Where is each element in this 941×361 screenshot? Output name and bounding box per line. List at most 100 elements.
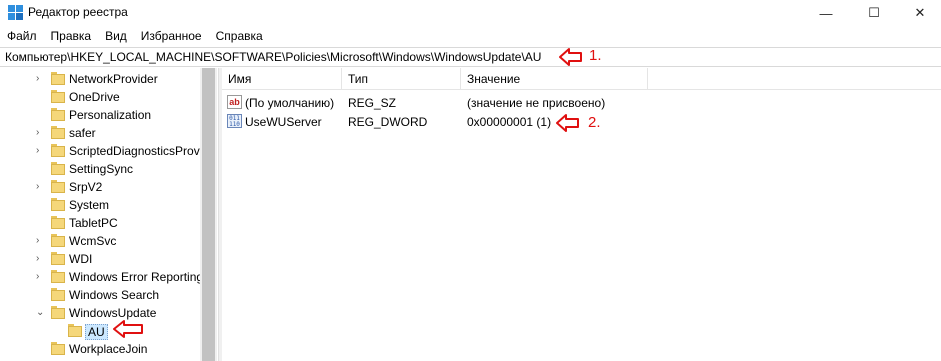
binary-value-icon: 011 110	[227, 114, 242, 128]
value-data: 0x00000001 (1)	[467, 115, 552, 129]
tree-item[interactable]: › Windows Error Reporting	[0, 268, 204, 286]
tree-item[interactable]: › safer	[0, 124, 200, 142]
menu-bar: Файл Правка Вид Избранное Справка	[0, 26, 941, 46]
value-name: (По умолчанию)	[245, 96, 335, 110]
folder-icon	[51, 108, 65, 121]
folder-icon	[51, 288, 65, 301]
menu-help[interactable]: Справка	[209, 26, 270, 46]
expand-chevron-icon[interactable]: ›	[36, 235, 46, 247]
column-type-header[interactable]: Тип	[348, 72, 368, 86]
expand-chevron-icon[interactable]: ›	[36, 181, 46, 193]
close-button[interactable]: ✕	[897, 0, 941, 26]
folder-icon	[51, 342, 65, 355]
tree-item-label: safer	[69, 126, 96, 140]
title-bar: Редактор реестра — ☐ ✕	[0, 0, 941, 26]
tree-item[interactable]: Windows Search	[0, 286, 200, 304]
expand-chevron-icon[interactable]	[36, 109, 46, 121]
list-row[interactable]: 011 110 UseWUServer REG_DWORD 0x00000001…	[222, 113, 941, 131]
value-type: REG_DWORD	[348, 115, 428, 129]
string-value-icon: ab	[227, 95, 242, 109]
expand-chevron-icon[interactable]	[36, 289, 46, 301]
column-name-header[interactable]: Имя	[228, 72, 251, 86]
folder-icon	[51, 72, 65, 85]
tree-item-label: OneDrive	[69, 90, 120, 104]
expand-chevron-icon[interactable]: ›	[36, 253, 46, 265]
expand-chevron-icon[interactable]	[36, 217, 46, 229]
tree-item[interactable]: OneDrive	[0, 88, 200, 106]
tree-item-label: NetworkProvider	[69, 72, 158, 86]
folder-icon	[51, 216, 65, 229]
list-row[interactable]: ab (По умолчанию) REG_SZ (значение не пр…	[222, 94, 941, 112]
tree-item-label: SrpV2	[69, 180, 103, 194]
tree-item-label: AU	[85, 324, 108, 340]
column-divider[interactable]	[647, 68, 648, 90]
folder-icon	[51, 126, 65, 139]
open-folder-icon	[68, 324, 82, 337]
column-value-header[interactable]: Значение	[467, 72, 520, 86]
menu-view[interactable]: Вид	[98, 26, 134, 46]
tree-item[interactable]: TabletPC	[0, 214, 200, 232]
folder-icon	[51, 90, 65, 103]
tree-item[interactable]: › NetworkProvider	[0, 70, 200, 88]
registry-editor-icon	[8, 5, 24, 21]
tree-item-label: WindowsUpdate	[69, 306, 157, 320]
folder-icon	[51, 198, 65, 211]
folder-icon	[51, 270, 65, 283]
annotation-arrow-au-icon	[113, 320, 143, 338]
tree-item-label: System	[69, 198, 110, 212]
address-path[interactable]: Компьютер\HKEY_LOCAL_MACHINE\SOFTWARE\Po…	[5, 50, 541, 64]
annotation-label-2: 2.	[588, 114, 601, 131]
collapse-chevron-icon[interactable]: ⌄	[36, 307, 46, 319]
tree-item-selected[interactable]: AU	[0, 322, 200, 340]
registry-key-tree: › NetworkProvider OneDrive Personalizati…	[0, 68, 218, 361]
expand-chevron-icon[interactable]	[36, 163, 46, 175]
folder-icon	[51, 144, 65, 157]
column-divider[interactable]	[341, 68, 342, 90]
expand-chevron-icon[interactable]: ›	[36, 271, 46, 283]
value-data: (значение не присвоено)	[467, 96, 606, 110]
tree-item-label: ScriptedDiagnosticsProv	[69, 144, 200, 158]
expand-chevron-icon[interactable]: ›	[36, 127, 46, 139]
folder-icon	[51, 162, 65, 175]
menu-edit[interactable]: Правка	[44, 26, 99, 46]
tree-item-label: WcmSvc	[69, 234, 117, 248]
folder-icon	[51, 180, 65, 193]
annotation-arrow-1-icon	[559, 48, 582, 66]
tree-item[interactable]: › SrpV2	[0, 178, 200, 196]
tree-item-label: Personalization	[69, 108, 152, 122]
address-bar[interactable]: Компьютер\HKEY_LOCAL_MACHINE\SOFTWARE\Po…	[0, 47, 941, 67]
value-type: REG_SZ	[348, 96, 397, 110]
expand-chevron-icon[interactable]: ›	[36, 145, 46, 157]
value-list: Имя Тип Значение ab (По умолчанию) REG_S…	[222, 68, 941, 361]
folder-icon	[51, 306, 65, 319]
expand-chevron-icon[interactable]: ›	[36, 73, 46, 85]
tree-item[interactable]: › WcmSvc	[0, 232, 200, 250]
expand-chevron-icon[interactable]	[36, 343, 46, 355]
tree-item[interactable]: System	[0, 196, 200, 214]
expand-chevron-icon[interactable]	[36, 199, 46, 211]
folder-icon	[51, 234, 65, 247]
tree-item[interactable]: WorkplaceJoin	[0, 340, 200, 358]
list-header: Имя Тип Значение	[222, 68, 941, 90]
annotation-label-1: 1.	[589, 47, 602, 64]
tree-item-label: Windows Search	[69, 288, 160, 302]
tree-scrollbar-thumb[interactable]	[202, 68, 215, 361]
expand-chevron-icon[interactable]	[36, 91, 46, 103]
column-divider[interactable]	[460, 68, 461, 90]
tree-item[interactable]: SettingSync	[0, 160, 200, 178]
tree-item[interactable]: › ScriptedDiagnosticsProv	[0, 142, 200, 160]
tree-item-label: WDI	[69, 252, 93, 266]
minimize-button[interactable]: —	[803, 0, 849, 26]
menu-file[interactable]: Файл	[0, 26, 44, 46]
tree-item-label: Windows Error Reporting	[69, 270, 204, 284]
tree-item[interactable]: › WDI	[0, 250, 200, 268]
folder-icon	[51, 252, 65, 265]
tree-item-label: SettingSync	[69, 162, 134, 176]
value-name: UseWUServer	[245, 115, 322, 129]
tree-item-label: TabletPC	[69, 216, 118, 230]
tree-item[interactable]: Personalization	[0, 106, 200, 124]
menu-favorites[interactable]: Избранное	[134, 26, 209, 46]
annotation-arrow-2-icon	[556, 114, 579, 132]
tree-item[interactable]: ⌄ WindowsUpdate	[0, 304, 200, 322]
maximize-button[interactable]: ☐	[851, 0, 897, 26]
